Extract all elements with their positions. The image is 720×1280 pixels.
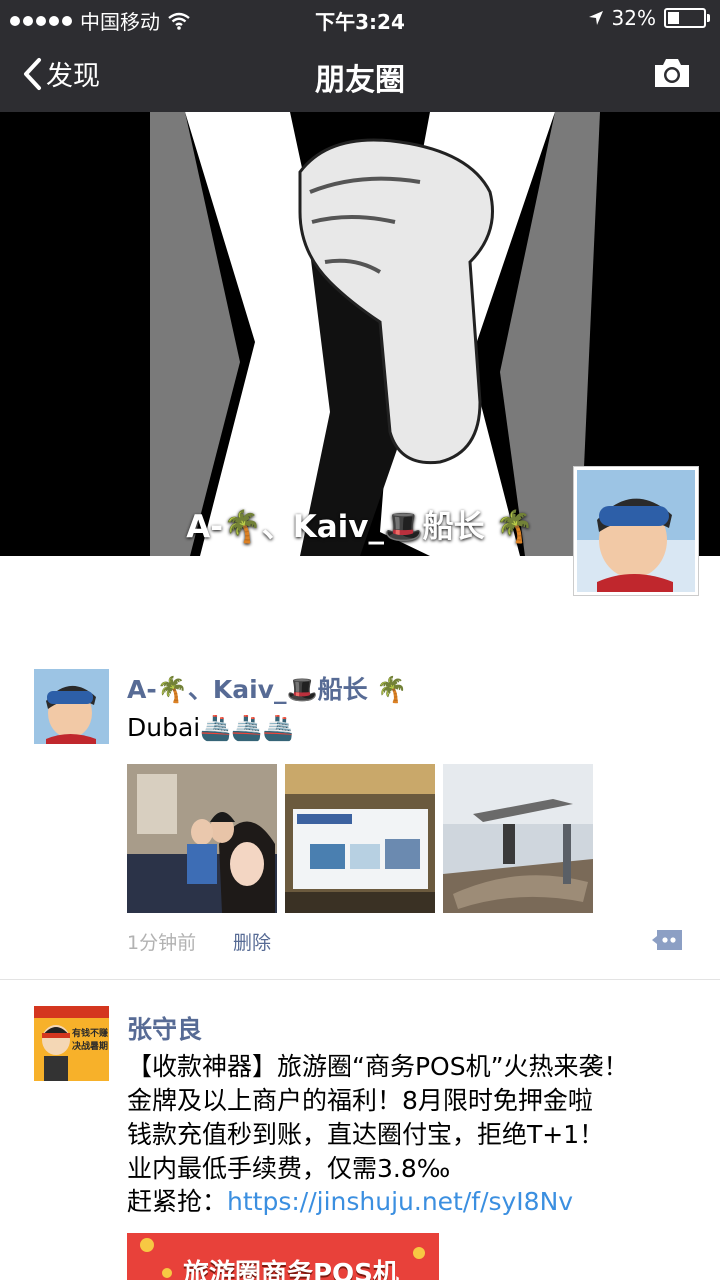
post-text-line: 【收款神器】旅游圈“商务POS机”火热来袭！ bbox=[127, 1052, 629, 1081]
post-text-line: 钱款充值秒到账，直达圈付宝，拒绝T+1！ bbox=[127, 1120, 605, 1149]
post-author-name[interactable]: A-🌴、Kaiv_🎩船长 🌴 bbox=[127, 670, 407, 706]
comment-button[interactable] bbox=[651, 929, 683, 955]
post-author-avatar[interactable] bbox=[34, 669, 109, 744]
delete-button[interactable]: 删除 bbox=[233, 928, 271, 955]
camera-button[interactable] bbox=[652, 56, 692, 94]
post-text: Dubai🚢🚢🚢 bbox=[127, 713, 294, 742]
battery-icon bbox=[664, 8, 710, 28]
navigation-bar: 发现 朋友圈 bbox=[0, 36, 720, 112]
post-author-avatar[interactable]: 有钱不赚 决战暑期 bbox=[34, 1006, 109, 1081]
battery-percent: 32% bbox=[611, 6, 656, 30]
profile-avatar[interactable] bbox=[573, 466, 699, 596]
post-text-line: 业内最低手续费，仅需3.8‰ bbox=[127, 1154, 451, 1183]
post-link-line: 赶紧抢：https://jinshuju.net/f/syI8Nv bbox=[127, 1185, 573, 1219]
avatar-caption: 决战暑期 bbox=[72, 1042, 109, 1052]
post-divider bbox=[0, 979, 720, 980]
post-text-line: 金牌及以上商户的福利！8月限时免押金啦 bbox=[127, 1086, 593, 1115]
photo-ship-model bbox=[443, 764, 593, 913]
comment-more-icon bbox=[652, 930, 682, 950]
camera-icon bbox=[655, 59, 689, 87]
avatar-caption: 有钱不赚 bbox=[72, 1029, 109, 1039]
location-arrow-icon bbox=[588, 11, 603, 25]
ad-banner-title: 旅游圈商务POS机 bbox=[183, 1259, 399, 1280]
status-bar: 中国移动 下午3:24 32% bbox=[0, 0, 720, 36]
link-prefix: 赶紧抢： bbox=[127, 1187, 228, 1216]
post-link[interactable]: https://jinshuju.net/f/syI8Nv bbox=[227, 1187, 573, 1216]
post-author-name[interactable]: 张守良 bbox=[127, 1010, 202, 1046]
profile-photo bbox=[577, 470, 695, 592]
page-title: 朋友圈 bbox=[315, 63, 405, 98]
top-bar: 中国移动 下午3:24 32% 发现 朋友圈 bbox=[0, 0, 720, 112]
post-photo[interactable] bbox=[443, 764, 593, 913]
cover-user-name: A-🌴、Kaiv_🎩船长 🌴 bbox=[186, 509, 534, 545]
photo-group-selfie bbox=[127, 764, 277, 913]
avatar-photo bbox=[34, 669, 109, 744]
post-photo[interactable] bbox=[127, 764, 277, 913]
post-photo[interactable] bbox=[285, 764, 435, 913]
post-timestamp: 1分钟前 bbox=[127, 932, 197, 954]
post-ad-image[interactable]: 旅游圈商务POS机 bbox=[127, 1233, 439, 1280]
photo-conference-screen bbox=[285, 764, 435, 913]
